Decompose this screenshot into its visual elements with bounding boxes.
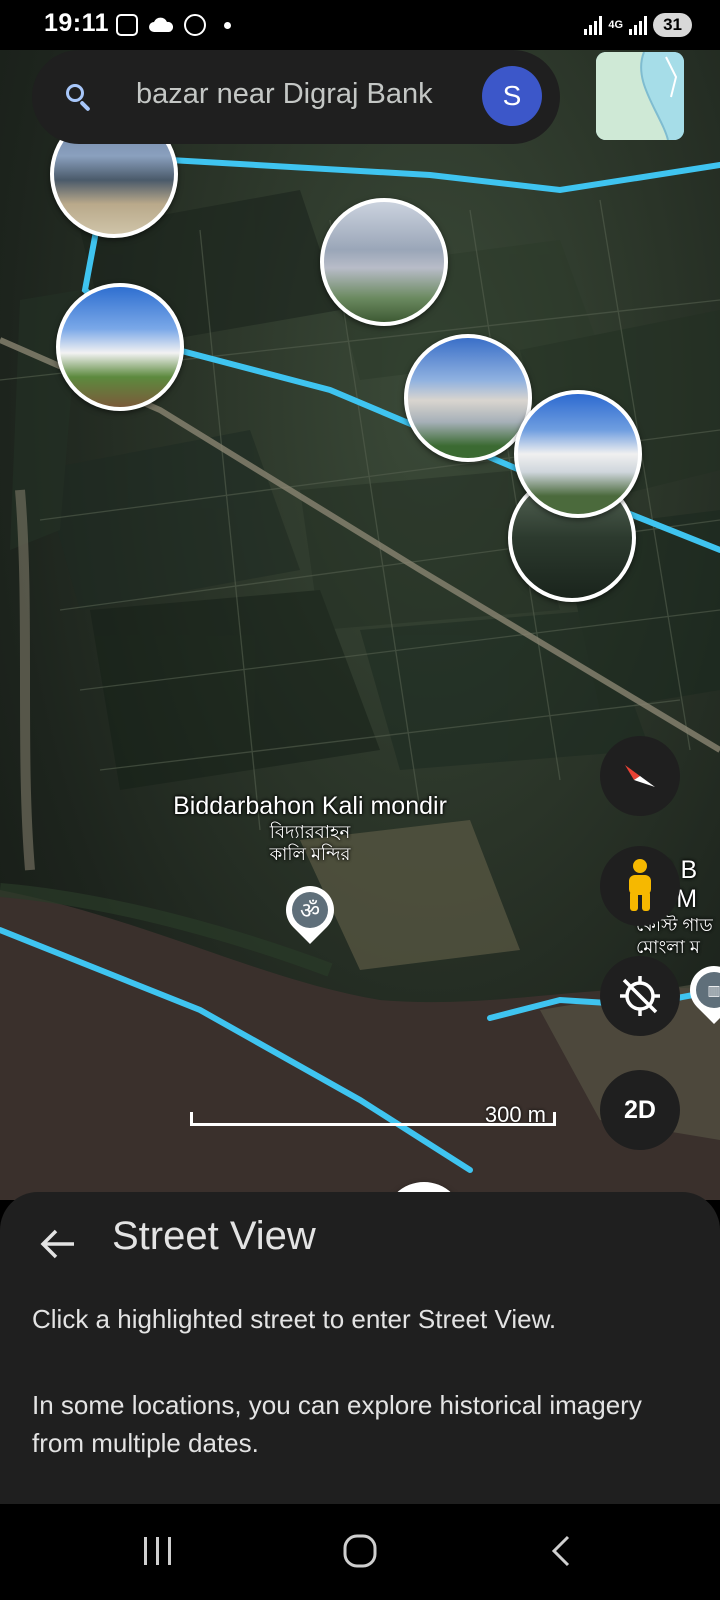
search-query[interactable]: bazar near Digraj Bank <box>136 78 481 111</box>
photo-thumbnail-building[interactable] <box>514 390 642 518</box>
photo-thumbnail-domes[interactable] <box>404 334 532 462</box>
partial-label-bn-2: মোংলা ম <box>636 937 700 957</box>
layers-minimap-button[interactable] <box>596 52 684 140</box>
signal-icon <box>584 15 603 35</box>
home-icon[interactable] <box>342 1534 378 1568</box>
signal-icon-2 <box>629 15 648 35</box>
map-scale: 300 m <box>190 1102 558 1127</box>
compass-button[interactable] <box>600 736 680 816</box>
panel-title: Street View <box>112 1214 316 1258</box>
minimap-icon <box>596 52 684 140</box>
photo-thumbnail-lake[interactable] <box>320 198 448 326</box>
my-location-icon <box>620 976 660 1016</box>
place-label-biddarbahon[interactable]: Biddarbahon Kali mondir বিদ্যারবাহন কালি… <box>140 792 480 865</box>
app-notification-icon <box>184 14 206 36</box>
building-icon: ▥ <box>696 972 720 1008</box>
account-avatar[interactable]: S <box>482 66 542 126</box>
view-mode-2d-button[interactable]: 2D <box>600 1070 680 1150</box>
om-icon: ॐ <box>292 892 328 928</box>
photo-thumbnail-tanks[interactable] <box>56 283 184 411</box>
more-notifications-dot <box>224 21 231 29</box>
panel-historical-note: In some locations, you can explore histo… <box>32 1390 642 1458</box>
panel-instruction: Click a highlighted street to enter Stre… <box>32 1304 557 1334</box>
place-name-bn-1: বিদ্যারবাহন <box>269 822 351 842</box>
map-view[interactable]: Biddarbahon Kali mondir বিদ্যারবাহন কালি… <box>0 50 720 1200</box>
recent-apps-icon[interactable] <box>142 1534 174 1568</box>
search-bar[interactable]: bazar near Digraj Bank S <box>32 50 560 144</box>
street-view-panel: Street View Click a highlighted street t… <box>0 1192 720 1504</box>
weather-icon <box>149 17 174 32</box>
system-nav-bar <box>0 1504 720 1600</box>
battery-level: 31 <box>653 13 692 37</box>
status-bar: 19:11 4G 31 <box>0 0 720 50</box>
pegman-icon <box>629 859 651 911</box>
back-icon[interactable] <box>548 1534 574 1568</box>
search-icon[interactable] <box>66 84 84 102</box>
street-view-button[interactable] <box>600 846 680 926</box>
status-system-icons: 4G 31 <box>584 13 692 37</box>
screenshot-icon <box>116 14 138 36</box>
my-location-button[interactable] <box>600 956 680 1036</box>
place-name-en: Biddarbahon Kali mondir <box>173 792 447 820</box>
network-type: 4G <box>608 19 624 31</box>
compass-icon <box>625 765 655 787</box>
back-arrow-icon[interactable] <box>38 1224 78 1264</box>
status-notification-icons <box>116 14 231 36</box>
status-time: 19:11 <box>44 9 110 37</box>
place-name-bn-2: কালি মন্দির <box>269 844 351 864</box>
scale-bar <box>190 1112 556 1126</box>
